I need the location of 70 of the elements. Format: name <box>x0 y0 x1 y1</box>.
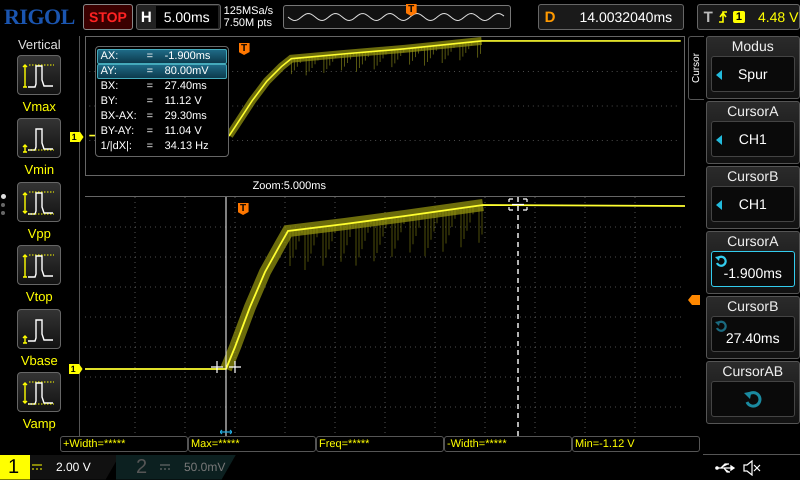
softkey-panel[interactable]: CursorB 27.40ms <box>706 296 800 359</box>
rising-edge-icon <box>718 10 728 24</box>
softkey-value[interactable]: Spur <box>710 56 795 92</box>
memory-depth: 7.50M pts <box>224 17 273 29</box>
softkey-value[interactable]: -1.900ms <box>710 251 795 287</box>
trigger-marker: T <box>238 203 249 215</box>
crosshair-icon <box>210 360 224 374</box>
softkey-value[interactable]: CH1 <box>710 121 795 157</box>
usb-icon <box>715 462 737 474</box>
left-triangle-icon <box>716 200 722 210</box>
left-triangle-icon <box>716 135 722 145</box>
trigger-position-marker: T <box>406 4 417 16</box>
cursor-a-line[interactable] <box>225 197 226 436</box>
measurement-label: Vamp <box>22 416 56 432</box>
softkey-value[interactable]: 27.40ms <box>710 316 795 352</box>
dc-coupling-icon <box>32 464 42 470</box>
sample-rate: 125MSa/s <box>224 5 274 17</box>
softkey-value[interactable]: CH1 <box>710 186 795 222</box>
measurement-button[interactable] <box>17 245 62 286</box>
trigger-marker: T <box>238 43 250 55</box>
speaker-muted-icon <box>743 460 761 476</box>
trigger-display[interactable]: T 1 4.48 V <box>696 4 800 30</box>
measurement-button[interactable] <box>17 118 62 158</box>
measurement-label: Vpp <box>28 226 51 241</box>
horizontal-arrow-icon <box>220 429 232 435</box>
readout-row-text: BY: = 11.12 V <box>100 94 203 109</box>
readout-row: AY: = 80.00mV <box>96 64 227 79</box>
measurement-result: Freq=***** <box>316 436 444 452</box>
measurement-label: Vbase <box>20 352 58 368</box>
rotate-icon <box>714 320 727 332</box>
left-triangle-icon <box>716 70 722 80</box>
measurement-result: Max=***** <box>188 436 316 452</box>
trigger-level-icon <box>688 295 700 305</box>
measurement-button[interactable] <box>17 372 62 412</box>
measurement-label: Vtop <box>26 289 53 304</box>
measurement-label: Vmin <box>24 162 54 178</box>
brand-logo: RIGOL <box>4 4 76 30</box>
readout-row-text: 1/|dX|: = 34.13 Hz <box>100 139 210 154</box>
crosshair-icon <box>508 198 528 211</box>
channel-marker[interactable]: 1 <box>70 132 84 142</box>
softkey-panel[interactable]: CursorA CH1 <box>706 101 800 164</box>
rotate-icon <box>744 390 762 408</box>
channel-marker[interactable]: 1 <box>68 364 83 374</box>
menu-title: Vertical <box>18 37 61 54</box>
run-stop-status[interactable]: STOP <box>83 4 133 30</box>
readout-row-text: BY-AY: = 11.04 V <box>100 124 203 139</box>
measurement-button[interactable] <box>17 182 62 222</box>
readout-row: AX: = -1.900ms <box>96 49 227 64</box>
measurement-label: Vmax <box>22 98 56 114</box>
softkey-panel[interactable]: CursorAB <box>706 361 800 424</box>
crosshair-icon <box>228 360 242 374</box>
rotate-icon <box>714 255 727 267</box>
dc-coupling-icon <box>160 464 170 470</box>
softkey-panel[interactable]: CursorB CH1 <box>706 166 800 229</box>
softkey-panel[interactable]: Modus Spur <box>706 36 800 99</box>
measurement-result: Min=-1.12 V <box>572 436 700 452</box>
softkey-panel[interactable]: CursorA -1.900ms <box>706 231 800 294</box>
measurement-result: -Width=***** <box>444 436 572 452</box>
zoom-timebase-label: Zoom:5.000ms <box>252 180 326 192</box>
softkey-value[interactable] <box>710 381 795 417</box>
measurement-button[interactable] <box>17 54 62 95</box>
cursor-b-line[interactable] <box>516 197 518 436</box>
menu-tab[interactable]: Cursor <box>688 36 704 100</box>
delay-display[interactable]: D 14.0032040ms <box>538 4 684 30</box>
channel-tab[interactable]: 2 50.0mV <box>116 454 236 480</box>
horizontal-scale-display[interactable]: H 5.00ms <box>136 4 221 30</box>
readout-row-text: BX-AX: = 29.30ms <box>100 109 208 124</box>
readout-row-text: BX: = 27.40ms <box>100 79 208 94</box>
measurement-result: +Width=***** <box>60 436 188 452</box>
measurement-button[interactable] <box>17 308 62 349</box>
